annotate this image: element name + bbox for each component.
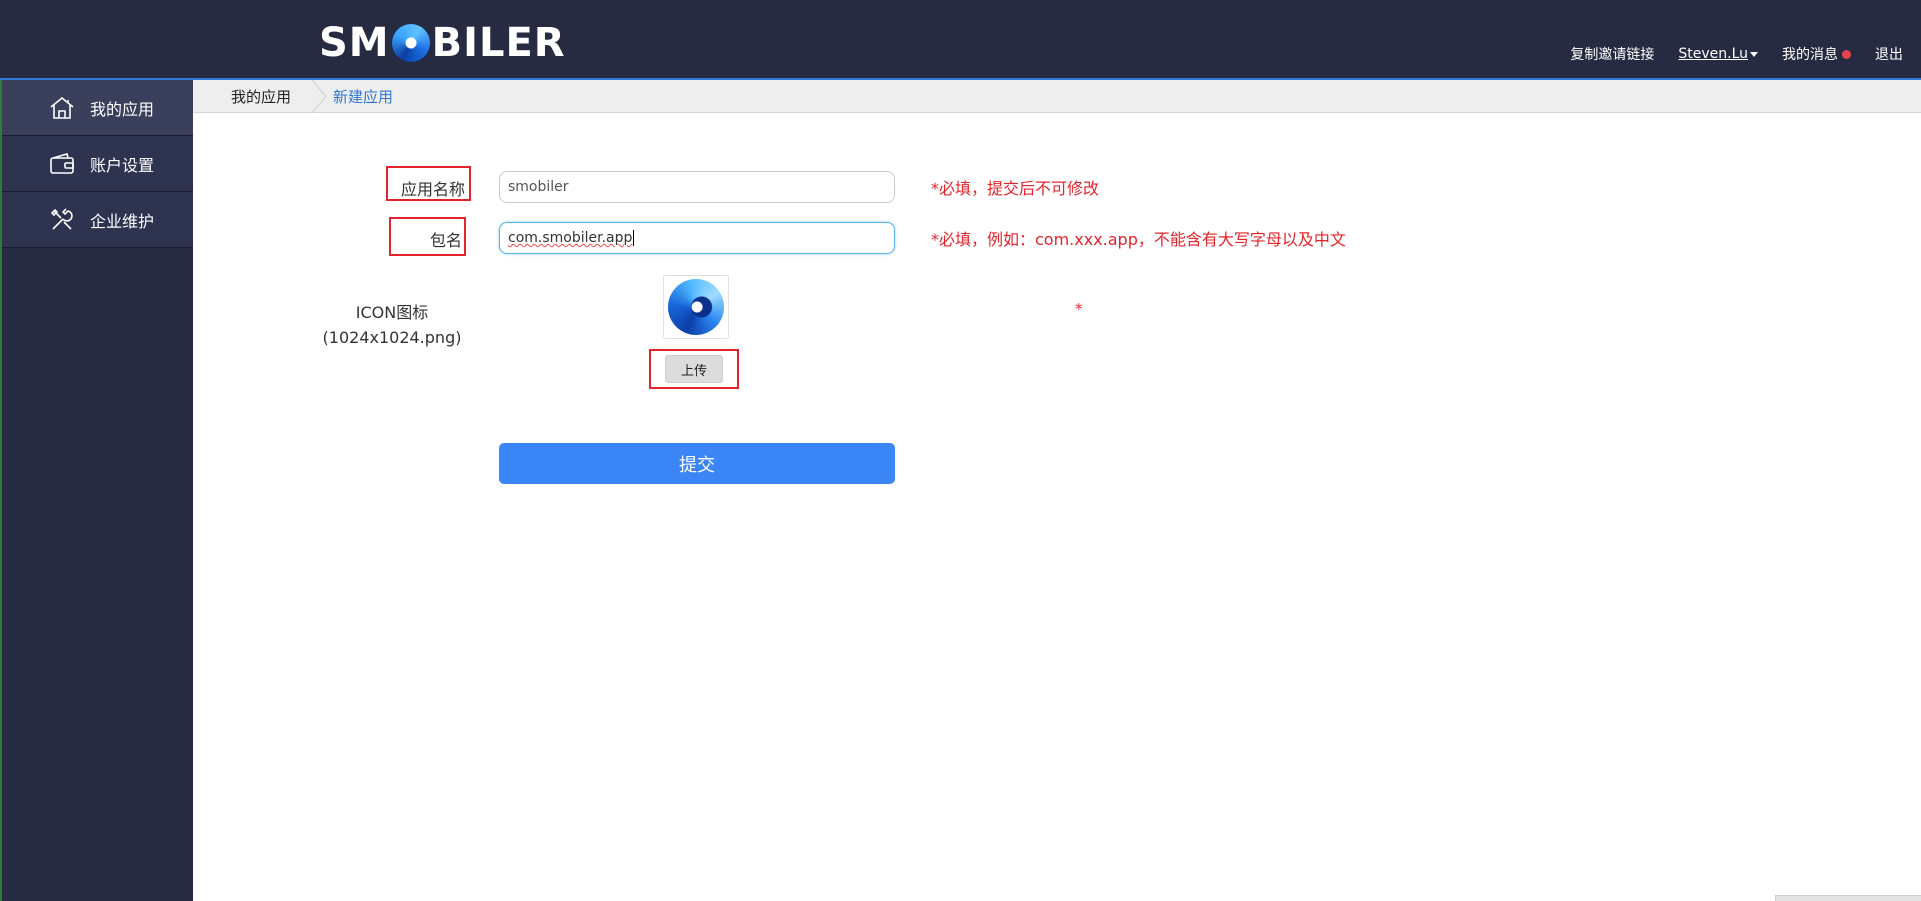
smobiler-logo[interactable]: SM BILER	[319, 20, 566, 66]
submit-button[interactable]: 提交	[499, 443, 895, 484]
app-name-hint: *必填，提交后不可修改	[931, 179, 1100, 198]
breadcrumb: 我的应用 新建应用	[193, 80, 1921, 113]
home-icon	[48, 95, 76, 121]
app-icon-image	[668, 279, 724, 335]
icon-label: ICON图标 (1024x1024.png)	[320, 300, 464, 350]
wallet-icon	[48, 151, 76, 177]
app-name-label: 应用名称	[386, 166, 471, 201]
sidebar-item-my-apps[interactable]: 我的应用	[2, 80, 193, 136]
icon-label-title: ICON图标	[355, 303, 429, 322]
icon-preview	[663, 275, 729, 339]
top-header: SM BILER 复制邀请链接 Steven.Lu 我的消息 退出	[0, 0, 1921, 80]
logout-link[interactable]: 退出	[1875, 44, 1903, 64]
sidebar: 我的应用 账户设置 企业维护	[0, 80, 193, 901]
user-name: Steven.Lu	[1678, 46, 1748, 62]
text-cursor	[633, 230, 635, 246]
package-name-hint: *必填，例如：com.xxx.app，不能含有大写字母以及中文	[931, 230, 1346, 249]
unread-dot-icon	[1842, 49, 1851, 59]
caret-down-icon	[1750, 51, 1758, 57]
sidebar-item-enterprise[interactable]: 企业维护	[2, 192, 193, 248]
logo-text-right: BILER	[431, 20, 566, 66]
tools-icon	[48, 207, 76, 233]
app-name-input[interactable]: smobiler	[499, 171, 895, 203]
upload-button[interactable]: 上传	[665, 355, 723, 383]
package-name-value: com.smobiler.app	[508, 230, 633, 246]
breadcrumb-separator-icon	[311, 80, 327, 113]
sidebar-item-label: 企业维护	[90, 211, 155, 231]
icon-label-size: (1024x1024.png)	[322, 328, 462, 347]
package-label: 包名	[389, 217, 466, 256]
upload-highlight: 上传	[649, 349, 739, 389]
my-messages-link[interactable]: 我的消息	[1782, 44, 1851, 64]
breadcrumb-home[interactable]: 我的应用	[193, 80, 311, 113]
sidebar-item-label: 账户设置	[90, 155, 155, 175]
app-name-value: smobiler	[508, 179, 569, 195]
logo-text-left: SM	[319, 20, 390, 66]
my-messages-label: 我的消息	[1782, 47, 1838, 63]
header-links: 复制邀请链接 Steven.Lu 我的消息 退出	[1570, 44, 1903, 64]
breadcrumb-current[interactable]: 新建应用	[333, 80, 393, 113]
bottom-scrollbar[interactable]	[1775, 895, 1921, 901]
logo-o-icon	[391, 24, 430, 62]
package-name-input[interactable]: com.smobiler.app	[499, 222, 895, 254]
sidebar-item-label: 我的应用	[90, 99, 155, 119]
copy-invite-link[interactable]: 复制邀请链接	[1570, 44, 1654, 64]
icon-required-mark: *	[1075, 300, 1083, 318]
user-menu[interactable]: Steven.Lu	[1678, 46, 1758, 62]
sidebar-item-account-settings[interactable]: 账户设置	[2, 136, 193, 192]
